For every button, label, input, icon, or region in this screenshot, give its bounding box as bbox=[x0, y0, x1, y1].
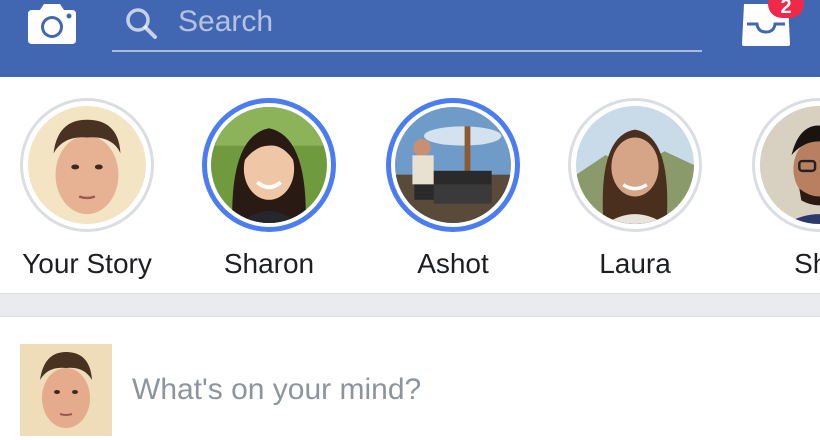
camera-icon[interactable] bbox=[24, 2, 80, 46]
notification-badge: 2 bbox=[768, 0, 804, 18]
story-name: Laura bbox=[599, 248, 671, 279]
story-ring bbox=[386, 98, 520, 232]
search-placeholder: Search bbox=[178, 5, 274, 38]
story-ashot[interactable]: Ashot bbox=[366, 95, 546, 293]
story-ring bbox=[752, 98, 820, 232]
composer-prompt[interactable]: What's on your mind? bbox=[132, 372, 421, 408]
story-sha[interactable]: Sha bbox=[732, 95, 820, 293]
story-ring bbox=[20, 98, 154, 232]
avatar bbox=[211, 107, 327, 223]
story-name: Sha bbox=[794, 248, 820, 279]
status-composer[interactable]: What's on your mind? bbox=[0, 318, 820, 440]
story-ring bbox=[202, 98, 336, 232]
avatar bbox=[576, 106, 694, 224]
avatar[interactable] bbox=[20, 344, 112, 436]
top-bar: Search 2 bbox=[0, 0, 820, 77]
story-ring bbox=[568, 98, 702, 232]
section-divider bbox=[0, 293, 820, 317]
story-your-story[interactable]: Your Story bbox=[0, 95, 180, 293]
avatar bbox=[395, 107, 511, 223]
search-icon bbox=[126, 8, 157, 39]
story-laura[interactable]: Laura bbox=[548, 95, 728, 293]
story-name: Your Story bbox=[22, 248, 152, 279]
avatar bbox=[28, 106, 146, 224]
story-name: Ashot bbox=[417, 248, 489, 279]
story-name: Sharon bbox=[223, 248, 315, 279]
avatar bbox=[760, 106, 820, 224]
stories-row: Your Story Sharon Ashot Laura S bbox=[0, 77, 820, 293]
search-bar[interactable]: Search bbox=[112, 0, 702, 52]
story-sharon[interactable]: Sharon bbox=[182, 95, 362, 293]
